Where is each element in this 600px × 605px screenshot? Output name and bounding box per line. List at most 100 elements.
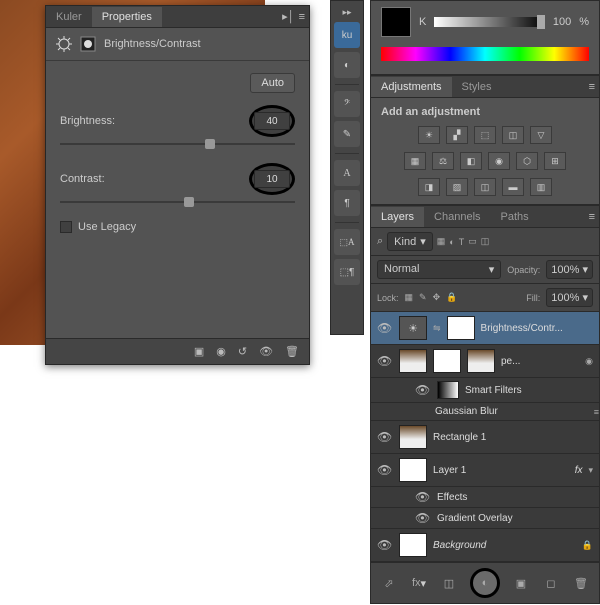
filter-name[interactable]: Gaussian Blur	[435, 406, 588, 417]
adj-brightness-icon[interactable]: ☀	[418, 126, 440, 144]
filter-type-icon[interactable]: T	[459, 237, 465, 247]
adj-levels-icon[interactable]: ▞	[446, 126, 468, 144]
layer-style-icon[interactable]: fx▾	[410, 574, 428, 592]
tab-channels[interactable]: Channels	[424, 207, 490, 227]
adj-posterize-icon[interactable]: ▨	[446, 178, 468, 196]
dock-para-styles-icon[interactable]: ⬚¶	[334, 259, 360, 285]
layer-1[interactable]: 👁 Layer 1 fx ▾	[371, 454, 599, 487]
layer-mask-icon[interactable]: ◫	[440, 574, 458, 592]
color-spectrum[interactable]	[381, 47, 589, 61]
adj-balance-icon[interactable]: ⚖	[432, 152, 454, 170]
search-icon[interactable]: ⌕	[377, 235, 383, 248]
visibility-icon[interactable]: 👁	[377, 430, 393, 444]
toggle-visibility-icon[interactable]: 👁	[259, 345, 273, 358]
brightness-input[interactable]	[254, 112, 290, 130]
mask-thumb[interactable]	[433, 349, 461, 373]
tab-styles[interactable]: Styles	[452, 77, 502, 97]
visibility-icon[interactable]: 👁	[377, 321, 393, 335]
k-slider[interactable]	[434, 17, 545, 27]
auto-button[interactable]: Auto	[250, 73, 295, 93]
adj-bw-icon[interactable]: ◧	[460, 152, 482, 170]
brightness-slider[interactable]	[60, 143, 295, 145]
link-layers-icon[interactable]: ⬀	[380, 574, 398, 592]
visibility-icon[interactable]: 👁	[377, 538, 393, 552]
tab-kuler[interactable]: Kuler	[46, 7, 92, 27]
collapse-icon[interactable]: ▸│	[282, 10, 294, 23]
adj-photo-filter-icon[interactable]: ◉	[488, 152, 510, 170]
clip-to-layer-icon[interactable]: ▣	[194, 345, 204, 358]
delete-layer-icon[interactable]: 🗑	[572, 574, 590, 592]
fx-badge[interactable]: fx	[575, 465, 583, 476]
adj-curves-icon[interactable]: ⬚	[474, 126, 496, 144]
view-previous-icon[interactable]: ◉	[216, 345, 226, 358]
layer-rectangle-1[interactable]: 👁 Rectangle 1	[371, 421, 599, 454]
reset-icon[interactable]: ↺	[238, 345, 247, 358]
tab-paths[interactable]: Paths	[491, 207, 539, 227]
adj-vibrance-icon[interactable]: ▽	[530, 126, 552, 144]
filter-smart-icon[interactable]: ◫	[481, 236, 490, 247]
panel-menu-icon[interactable]: ≡	[299, 11, 305, 23]
new-group-icon[interactable]: ▣	[512, 574, 530, 592]
layer-name[interactable]: Layer 1	[433, 465, 569, 476]
filter-kind-select[interactable]: Kind▾	[387, 232, 433, 251]
visibility-icon[interactable]: 👁	[415, 511, 431, 525]
tab-layers[interactable]: Layers	[371, 207, 424, 227]
lock-pixels-icon[interactable]: ✎	[419, 292, 427, 303]
dock-collapse-icon[interactable]: ▸▸	[342, 7, 351, 18]
filter-shape-icon[interactable]: ▭	[468, 236, 477, 247]
layer-name[interactable]: Brightness/Contr...	[481, 323, 593, 334]
dock-paragraph-icon[interactable]: ¶	[334, 190, 360, 216]
dock-character-icon[interactable]: A	[334, 160, 360, 186]
adj-mixer-icon[interactable]: ⬡	[516, 152, 538, 170]
contrast-input[interactable]	[254, 170, 290, 188]
lock-trans-icon[interactable]: ▦	[405, 292, 414, 303]
tab-properties[interactable]: Properties	[92, 7, 162, 27]
layer-name[interactable]: pe...	[501, 356, 579, 367]
adj-threshold-icon[interactable]: ◫	[474, 178, 496, 196]
dock-brush-preset-icon[interactable]: ✎	[334, 121, 360, 147]
tab-adjustments[interactable]: Adjustments	[371, 77, 452, 97]
adj-selective-icon[interactable]: ▥	[530, 178, 552, 196]
delete-icon[interactable]: 🗑	[285, 345, 299, 358]
adj-hue-icon[interactable]: ▦	[404, 152, 426, 170]
mask-thumb[interactable]	[447, 316, 475, 340]
layer-name[interactable]: Background	[433, 540, 576, 551]
layers-menu-icon[interactable]: ≡	[589, 211, 595, 223]
fill-select[interactable]: 100% ▾	[546, 288, 593, 307]
adj-exposure-icon[interactable]: ◫	[502, 126, 524, 144]
smart-filters-row[interactable]: 👁 Smart Filters	[371, 378, 599, 403]
foreground-swatch[interactable]	[381, 7, 411, 37]
use-legacy-checkbox[interactable]	[60, 221, 72, 233]
filter-mask-thumb[interactable]	[437, 381, 459, 399]
adj-invert-icon[interactable]: ◨	[418, 178, 440, 196]
lock-pos-icon[interactable]: ✥	[433, 292, 441, 303]
filter-pixel-icon[interactable]: ▦	[437, 236, 446, 247]
visibility-icon[interactable]: 👁	[415, 383, 431, 397]
adj-gradmap-icon[interactable]: ▬	[502, 178, 524, 196]
dock-brushes-icon[interactable]: 𝄢	[334, 91, 360, 117]
new-adjustment-layer-icon[interactable]: ◐	[470, 568, 500, 598]
link-icon[interactable]: ⇋	[433, 323, 441, 334]
blend-mode-select[interactable]: Normal ▾	[377, 260, 501, 279]
filter-options-icon[interactable]: ≡	[594, 407, 599, 417]
layer-background[interactable]: 👁 Background 🔒	[371, 529, 599, 562]
visibility-icon[interactable]: 👁	[377, 463, 393, 477]
gradient-overlay-row[interactable]: 👁 Gradient Overlay	[371, 508, 599, 529]
dock-char-styles-icon[interactable]: ⬚A	[334, 229, 360, 255]
lock-all-icon[interactable]: 🔒	[446, 292, 457, 303]
visibility-icon[interactable]: 👁	[415, 490, 431, 504]
visibility-icon[interactable]: 👁	[377, 354, 393, 368]
dock-kuler-icon[interactable]: ku	[334, 22, 360, 48]
layer-pe[interactable]: 👁 pe... ◉	[371, 345, 599, 378]
effect-name[interactable]: Gradient Overlay	[437, 513, 599, 524]
contrast-slider[interactable]	[60, 201, 295, 203]
filter-adj-icon[interactable]: ◐	[449, 237, 454, 247]
layer-name[interactable]: Rectangle 1	[433, 432, 593, 443]
gaussian-blur-row[interactable]: Gaussian Blur ≡	[371, 403, 599, 421]
adj-menu-icon[interactable]: ≡	[589, 81, 595, 93]
chevron-down-icon[interactable]: ▾	[588, 465, 593, 476]
layer-brightness-contrast[interactable]: 👁 ☀ ⇋ Brightness/Contr...	[371, 312, 599, 345]
new-layer-icon[interactable]: ◻	[542, 574, 560, 592]
effects-row[interactable]: 👁 Effects	[371, 487, 599, 508]
dock-properties-icon[interactable]: ◐	[334, 52, 360, 78]
